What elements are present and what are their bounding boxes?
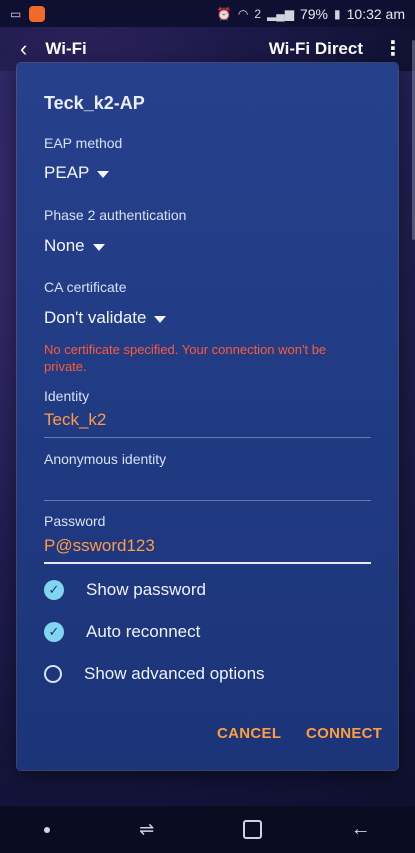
status-left: ▭ <box>10 5 46 22</box>
wifi-direct-button[interactable]: Wi-Fi Direct <box>269 39 363 59</box>
notification-icon: ▭ <box>10 6 22 21</box>
home-icon[interactable] <box>242 820 262 839</box>
cancel-button[interactable]: CANCEL <box>217 725 281 742</box>
eap-method-label: EAP method <box>44 135 123 151</box>
wifi-icon: ◠ <box>237 6 249 21</box>
checkbox-checked-icon[interactable]: ✓ <box>44 580 64 600</box>
app-bar-right: Wi-Fi Direct ⋮ <box>269 39 403 59</box>
back-nav-icon[interactable]: ← <box>351 818 371 841</box>
dropdown-arrow-icon <box>92 243 105 251</box>
advanced-options-option[interactable]: Show advanced options <box>44 664 265 684</box>
status-bar: ▭ ⏰ ◠ 2 ▂▄▆ 79% ▮ 10:32 am <box>0 0 415 27</box>
dropdown-arrow-icon <box>154 315 167 323</box>
recent-apps-icon[interactable]: ⇌ <box>139 819 154 840</box>
ca-certificate-label: CA certificate <box>44 279 127 295</box>
identity-field[interactable]: Teck_k2 <box>44 410 106 430</box>
identity-underline <box>44 437 371 438</box>
phase2-label: Phase 2 authentication <box>44 207 187 223</box>
navigation-bar: ⇌ ← <box>0 806 415 853</box>
password-label: Password <box>44 513 106 529</box>
auto-reconnect-option[interactable]: ✓ Auto reconnect <box>44 622 200 642</box>
anonymous-identity-label: Anonymous identity <box>44 451 167 467</box>
ca-certificate-dropdown[interactable]: Don't validate <box>44 308 167 328</box>
alarm-icon: ⏰ <box>216 6 232 21</box>
wifi-connect-dialog: Teck_k2-AP EAP method PEAP Phase 2 authe… <box>17 63 398 770</box>
back-icon[interactable]: ‹ <box>20 36 27 62</box>
sim-badge: 2 <box>254 6 262 21</box>
battery-icon: ▮ <box>334 6 341 21</box>
nav-dot-icon[interactable] <box>44 826 51 833</box>
advanced-options-label: Show advanced options <box>84 664 265 683</box>
more-options-icon[interactable]: ⋮ <box>383 39 403 59</box>
eap-method-dropdown[interactable]: PEAP <box>44 163 110 183</box>
phase2-value: None <box>44 236 85 255</box>
connect-button[interactable]: CONNECT <box>306 725 382 742</box>
signal-icon: ▂▄▆ <box>267 6 294 21</box>
page-title: Wi-Fi <box>45 39 87 58</box>
clock: 10:32 am <box>346 5 405 22</box>
identity-label: Identity <box>44 388 90 404</box>
checkbox-unchecked-icon[interactable] <box>44 665 62 683</box>
show-password-option[interactable]: ✓ Show password <box>44 580 206 600</box>
dropdown-arrow-icon <box>97 170 110 178</box>
phase2-dropdown[interactable]: None <box>44 236 105 256</box>
eap-method-value: PEAP <box>44 163 90 182</box>
anonymous-identity-field[interactable] <box>44 473 371 497</box>
app-bar-left: ‹ Wi-Fi <box>20 36 87 62</box>
ca-certificate-value: Don't validate <box>44 308 147 327</box>
network-name: Teck_k2-AP <box>44 93 145 113</box>
status-right: ⏰ ◠ 2 ▂▄▆ 79% ▮ 10:32 am <box>217 6 405 22</box>
certificate-warning: No certificate specified. Your connectio… <box>44 342 327 374</box>
password-underline <box>44 562 371 564</box>
battery-percent: 79% <box>299 5 329 22</box>
auto-reconnect-label: Auto reconnect <box>86 622 201 641</box>
app-notification-icon <box>29 5 46 22</box>
anonymous-identity-underline <box>44 500 371 501</box>
password-field[interactable]: P@ssword123 <box>44 536 155 556</box>
checkbox-checked-icon[interactable]: ✓ <box>44 622 64 642</box>
show-password-label: Show password <box>86 580 207 599</box>
